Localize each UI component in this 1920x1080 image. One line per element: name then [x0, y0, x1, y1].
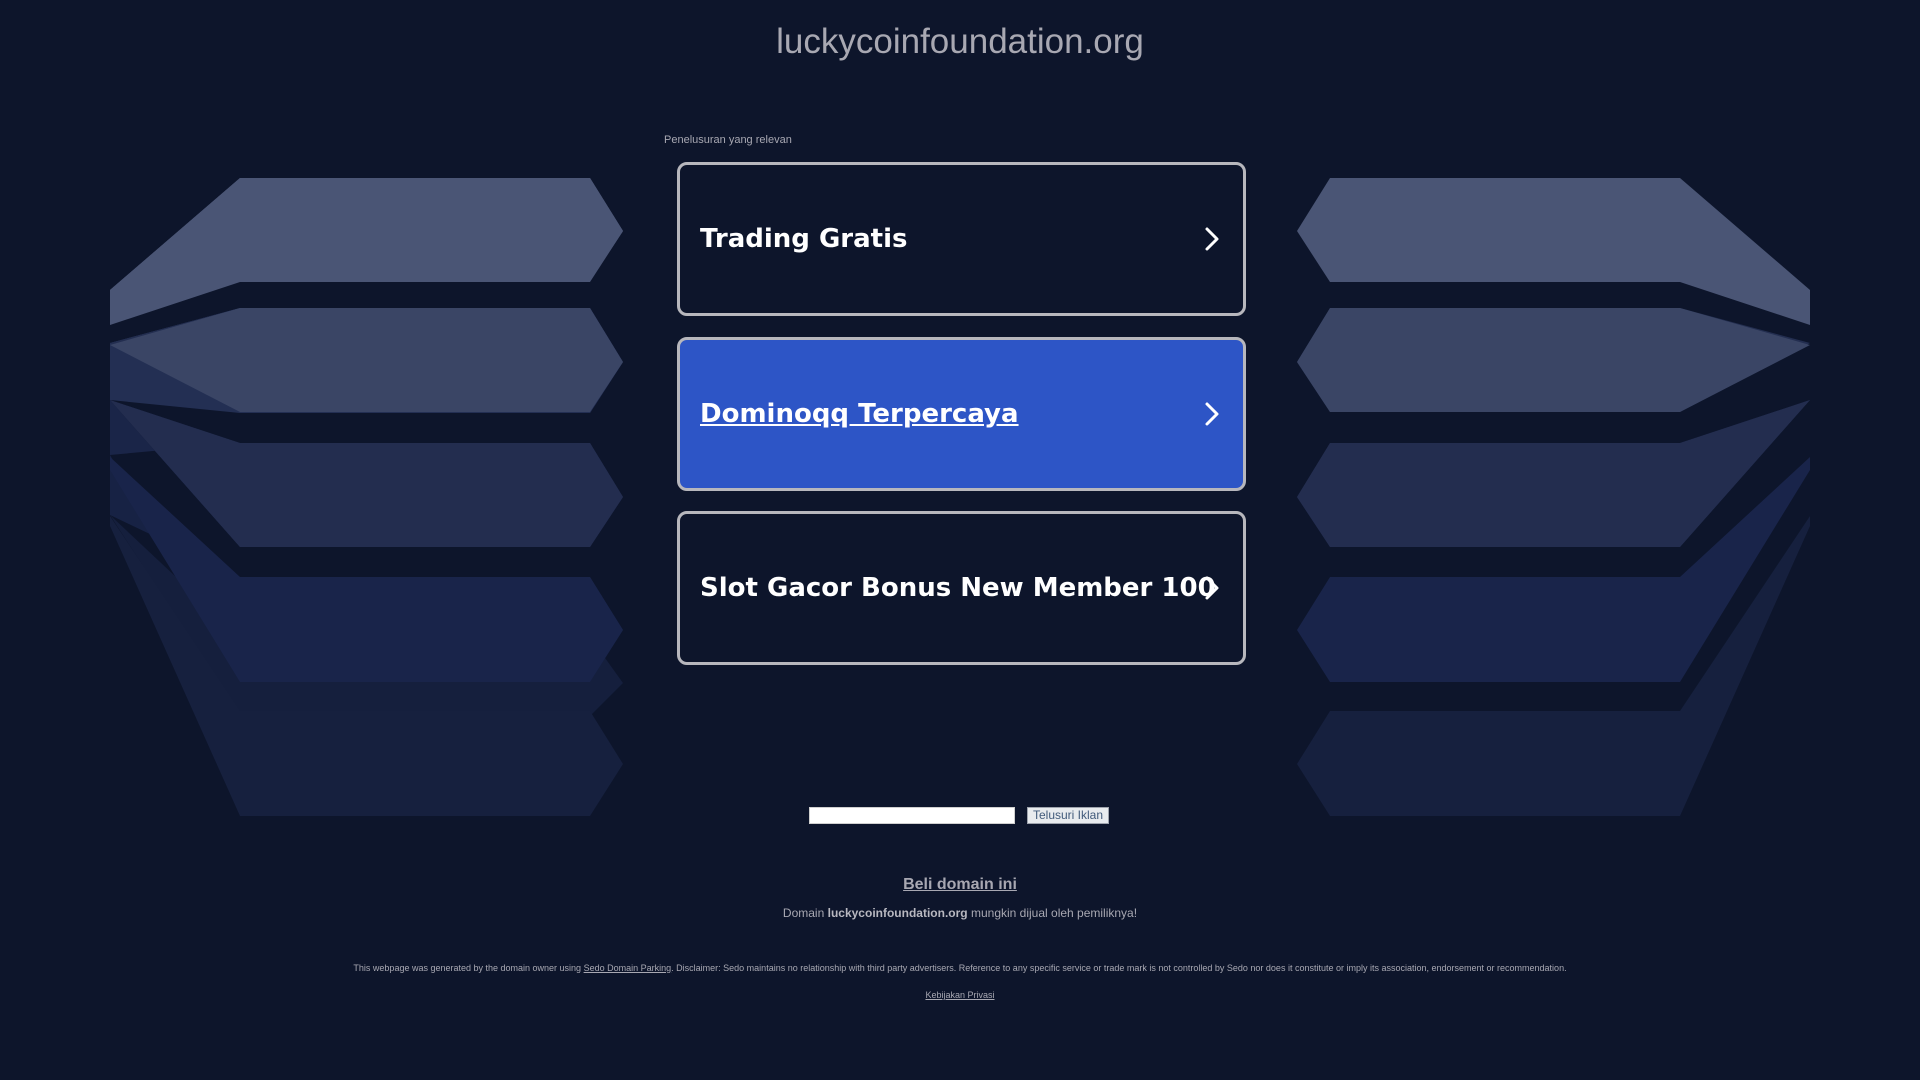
search-ads-button[interactable]: Telusuri Iklan: [1027, 807, 1109, 824]
parking-page: luckycoinfoundation.org Penelusuran yang…: [0, 0, 1920, 1080]
sale-suffix: mungkin dijual oleh pemiliknya!: [970, 906, 1138, 920]
chevron-right-icon: [1205, 402, 1219, 426]
buy-domain: Beli domain ini: [0, 876, 1920, 894]
disclaimer-text-before: This webpage was generated by the domain…: [353, 963, 582, 973]
related-link-label: Slot Gacor Bonus New Member 100: [700, 573, 1216, 603]
related-link-label: Dominoqq Terpercaya: [700, 399, 1019, 429]
right-bands: [1297, 178, 1810, 816]
domain-title: luckycoinfoundation.org: [776, 22, 1144, 61]
related-link-label: Trading Gratis: [700, 224, 908, 254]
chevron-right-icon: [1205, 227, 1219, 251]
ad-search-input[interactable]: [809, 807, 1015, 824]
sale-prefix: Domain: [782, 906, 825, 920]
domain-sale-notice: Domain luckycoinfoundation.org mungkin d…: [0, 906, 1920, 920]
privacy-policy-link[interactable]: Kebijakan Privasi: [925, 990, 994, 1000]
chevron-right-icon: [1205, 576, 1219, 600]
buy-domain-link[interactable]: Beli domain ini: [903, 876, 1017, 893]
related-searches-label: Penelusuran yang relevan: [664, 134, 792, 146]
sedo-parking-link[interactable]: Sedo Domain Parking: [584, 963, 672, 973]
related-link-slot-gacor[interactable]: Slot Gacor Bonus New Member 100: [677, 511, 1246, 665]
related-link-dominoqq-terpercaya[interactable]: Dominoqq Terpercaya: [677, 337, 1246, 491]
related-link-trading-gratis[interactable]: Trading Gratis: [677, 162, 1246, 316]
privacy: Kebijakan Privasi: [0, 990, 1920, 1000]
disclaimer-text-after: . Disclaimer: Sedo maintains no relation…: [671, 963, 1567, 973]
sale-domain: luckycoinfoundation.org: [827, 906, 968, 920]
disclaimer: This webpage was generated by the domain…: [0, 963, 1920, 973]
